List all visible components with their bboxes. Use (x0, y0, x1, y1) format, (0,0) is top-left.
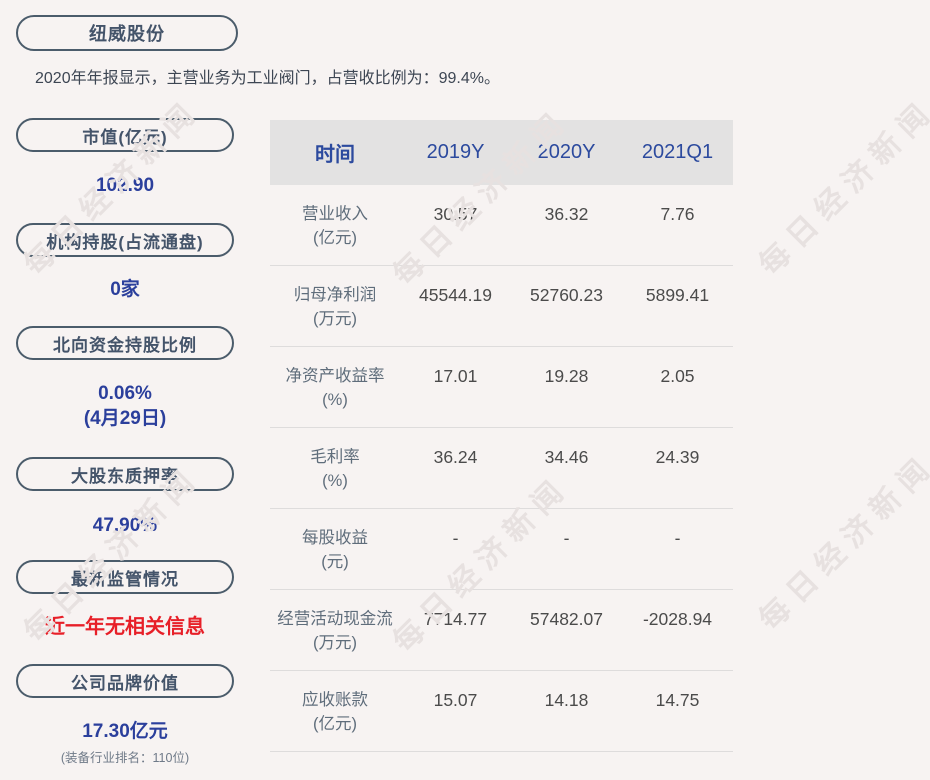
table-cell: 7.76 (660, 204, 695, 224)
regulatory-status-value: 近一年无相关信息 (45, 616, 205, 638)
table-row-accounts-receivable: 应收账款 (亿元) 15.07 14.18 14.75 (270, 671, 733, 752)
pledge-ratio-pill: 大股东质押率 (16, 457, 234, 491)
regulatory-status-label: 最新监管情况 (71, 569, 179, 589)
column-header-2021q1: 2021Q1 (641, 141, 714, 163)
market-cap-value: 102.90 (95, 175, 155, 196)
table-row-eps: 每股收益 (元) - - - (270, 509, 733, 590)
table-cell: 36.32 (544, 204, 589, 224)
table-row-gross-margin: 毛利率 (%) 36.24 34.46 24.39 (270, 428, 733, 509)
table-cell: 14.18 (544, 690, 589, 710)
table-header-row: 时间 2019Y 2020Y 2021Q1 (270, 120, 733, 185)
pledge-ratio-label: 大股东质押率 (71, 466, 179, 486)
northbound-holding-value: 0.06% (4月29日) (16, 381, 234, 431)
metric-label: 经营活动现金流 (万元) (277, 610, 393, 652)
company-name-pill: 纽威股份 (16, 15, 238, 51)
table-cell: 15.07 (433, 690, 478, 710)
northbound-holding-pill: 北向资金持股比例 (16, 326, 234, 360)
table-cell: 45544.19 (419, 285, 492, 305)
northbound-holding-percent: 0.06% (98, 383, 152, 404)
brand-value-rank-note: (装备行业排名：110位) (60, 751, 190, 765)
metric-label: 毛利率 (%) (310, 448, 360, 490)
metric-label: 净资产收益率 (%) (285, 367, 385, 409)
market-cap-pill: 市值(亿元) (16, 118, 234, 152)
table-cell: 30.57 (433, 204, 478, 224)
table-cell: 57482.07 (530, 609, 603, 629)
institutional-holding-pill: 机构持股(占流通盘) (16, 223, 234, 257)
table-cell: 17.01 (433, 366, 478, 386)
table-cell: 19.28 (544, 366, 589, 386)
column-header-2020y: 2020Y (537, 141, 596, 163)
regulatory-status-pill: 最新监管情况 (16, 560, 234, 594)
table-row-roe: 净资产收益率 (%) 17.01 19.28 2.05 (270, 347, 733, 428)
metric-label: 营业收入 (亿元) (302, 205, 368, 247)
table-cell: 7714.77 (423, 609, 488, 629)
table-cell: 24.39 (655, 447, 700, 467)
table-cell: - (563, 528, 570, 548)
column-header-time: 时间 (315, 144, 355, 166)
northbound-holding-label: 北向资金持股比例 (53, 335, 197, 355)
column-header-2019y: 2019Y (426, 141, 485, 163)
institutional-holding-label: 机构持股(占流通盘) (46, 232, 204, 252)
watermark: 每日经济新闻 (753, 448, 930, 637)
company-description: 2020年年报显示，主营业务为工业阀门，占营收比例为：99.4%。 (35, 70, 500, 87)
company-name: 纽威股份 (89, 24, 165, 44)
table-cell: -2028.94 (642, 609, 713, 629)
table-row-operating-cashflow: 经营活动现金流 (万元) 7714.77 57482.07 -2028.94 (270, 590, 733, 671)
table-cell: 5899.41 (645, 285, 710, 305)
metric-label: 应收账款 (亿元) (302, 691, 368, 733)
metric-label: 每股收益 (元) (302, 529, 368, 571)
stock-info-card: 每日经济新闻 每日经济新闻 每日经济新闻 每日经济新闻 每日经济新闻 每日经济新… (0, 0, 930, 780)
table-cell: 52760.23 (530, 285, 603, 305)
table-cell: 14.75 (655, 690, 700, 710)
brand-value-label: 公司品牌价值 (71, 673, 179, 693)
brand-value-pill: 公司品牌价值 (16, 664, 234, 698)
brand-value-amount: 17.30亿元 (82, 721, 168, 742)
table-cell: - (452, 528, 459, 548)
table-cell: 34.46 (544, 447, 589, 467)
market-cap-label: 市值(亿元) (82, 127, 168, 147)
financials-table: 时间 2019Y 2020Y 2021Q1 营业收入 (亿元) 30.57 36… (270, 120, 733, 752)
northbound-holding-date: (4月29日) (83, 408, 167, 429)
watermark: 每日经济新闻 (753, 93, 930, 282)
table-row-net-profit: 归母净利润 (万元) 45544.19 52760.23 5899.41 (270, 266, 733, 347)
metric-label: 归母净利润 (万元) (293, 286, 377, 328)
pledge-ratio-value: 47.90% (92, 515, 158, 536)
table-cell: 2.05 (660, 366, 695, 386)
table-cell: - (674, 528, 681, 548)
institutional-holding-value: 0家 (110, 279, 140, 300)
table-cell: 36.24 (433, 447, 478, 467)
table-row-revenue: 营业收入 (亿元) 30.57 36.32 7.76 (270, 185, 733, 266)
